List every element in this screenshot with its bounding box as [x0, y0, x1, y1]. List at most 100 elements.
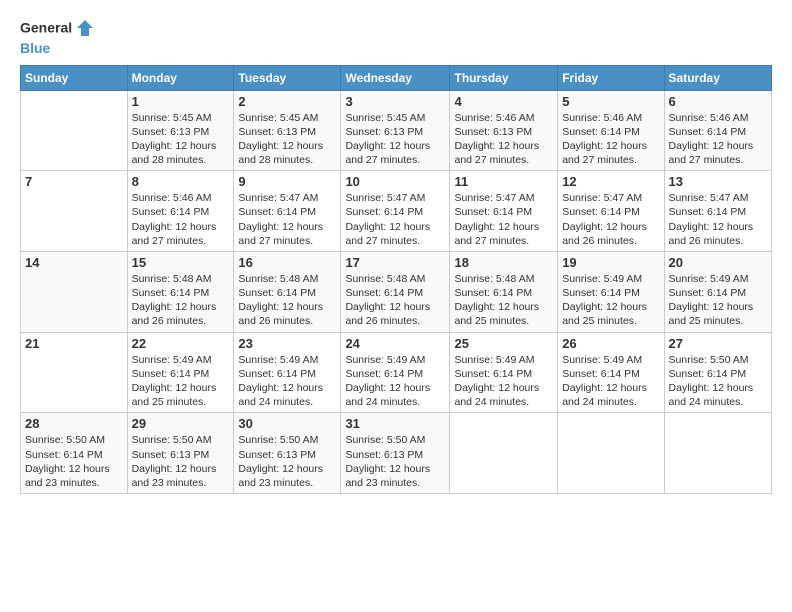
day-info: Sunrise: 5:46 AMSunset: 6:13 PMDaylight:… — [454, 111, 553, 168]
weekday-header-friday: Friday — [558, 65, 664, 90]
calendar-cell — [21, 90, 128, 171]
calendar-cell: 27 Sunrise: 5:50 AMSunset: 6:14 PMDayligh… — [664, 332, 771, 413]
day-number: 27 — [669, 336, 767, 351]
calendar-cell: 29Sunrise: 5:50 AMSunset: 6:13 PMDayligh… — [127, 413, 234, 494]
day-number: 26 — [562, 336, 659, 351]
weekday-header-tuesday: Tuesday — [234, 65, 341, 90]
calendar-week-4: 28 Sunrise: 5:50 AMSunset: 6:14 PMDayligh… — [21, 413, 772, 494]
day-number: 6 — [669, 94, 767, 109]
day-info: Sunrise: 5:47 AMSunset: 6:14 PMDaylight:… — [345, 191, 445, 248]
calendar-cell: 13 Sunrise: 5:47 AMSunset: 6:14 PMDayligh… — [664, 171, 771, 252]
day-number: 14 — [25, 255, 123, 270]
day-number: 22 — [132, 336, 230, 351]
calendar-cell: 25 Sunrise: 5:49 AMSunset: 6:14 PMDayligh… — [450, 332, 558, 413]
day-number: 1 — [132, 94, 230, 109]
day-number: 7 — [25, 174, 123, 189]
day-number: 25 — [454, 336, 553, 351]
logo: General Blue — [20, 18, 93, 57]
day-number: 4 — [454, 94, 553, 109]
calendar-cell: 19 Sunrise: 5:49 AMSunset: 6:14 PMDayligh… — [558, 251, 664, 332]
page: General Blue SundayMondayTuesdayWednesda… — [0, 0, 792, 612]
weekday-header-monday: Monday — [127, 65, 234, 90]
day-info: Sunrise: 5:47 AMSunset: 6:14 PMDaylight:… — [669, 191, 767, 248]
day-number: 12 — [562, 174, 659, 189]
calendar-cell: 30 Sunrise: 5:50 AMSunset: 6:13 PMDayligh… — [234, 413, 341, 494]
calendar-cell — [664, 413, 771, 494]
calendar-week-3: 21 22 Sunrise: 5:49 AMSunset: 6:14 PMDayli… — [21, 332, 772, 413]
day-info: Sunrise: 5:49 AMSunset: 6:14 PMDaylight:… — [454, 353, 553, 410]
day-info: Sunrise: 5:48 AMSunset: 6:14 PMDaylight:… — [132, 272, 230, 329]
calendar-cell: 14 — [21, 251, 128, 332]
day-info: Sunrise: 5:47 AMSunset: 6:14 PMDaylight:… — [454, 191, 553, 248]
day-info: Sunrise: 5:49 AMSunset: 6:14 PMDaylight:… — [345, 353, 445, 410]
day-info: Sunrise: 5:50 AMSunset: 6:14 PMDaylight:… — [669, 353, 767, 410]
day-info: Sunrise: 5:50 AMSunset: 6:14 PMDaylight:… — [25, 433, 123, 490]
calendar-table: SundayMondayTuesdayWednesdayThursdayFrid… — [20, 65, 772, 494]
calendar-cell: 21 — [21, 332, 128, 413]
calendar-cell: 10 Sunrise: 5:47 AMSunset: 6:14 PMDayligh… — [341, 171, 450, 252]
calendar-cell: 26 Sunrise: 5:49 AMSunset: 6:14 PMDayligh… — [558, 332, 664, 413]
logo-text: General Blue — [20, 18, 93, 57]
calendar-cell — [450, 413, 558, 494]
day-info: Sunrise: 5:47 AMSunset: 6:14 PMDaylight:… — [238, 191, 336, 248]
calendar-cell: 7 — [21, 171, 128, 252]
day-info: Sunrise: 5:50 AMSunset: 6:13 PMDaylight:… — [345, 433, 445, 490]
weekday-header-sunday: Sunday — [21, 65, 128, 90]
calendar-header-row: SundayMondayTuesdayWednesdayThursdayFrid… — [21, 65, 772, 90]
calendar-cell: 1 Sunrise: 5:45 AMSunset: 6:13 PMDaylight… — [127, 90, 234, 171]
day-number: 23 — [238, 336, 336, 351]
day-number: 2 — [238, 94, 336, 109]
calendar-cell: 6 Sunrise: 5:46 AMSunset: 6:14 PMDaylight… — [664, 90, 771, 171]
calendar-cell: 31 Sunrise: 5:50 AMSunset: 6:13 PMDayligh… — [341, 413, 450, 494]
calendar-cell — [558, 413, 664, 494]
day-info: Sunrise: 5:49 AMSunset: 6:14 PMDaylight:… — [132, 353, 230, 410]
calendar-cell: 15 Sunrise: 5:48 AMSunset: 6:14 PMDayligh… — [127, 251, 234, 332]
day-info: Sunrise: 5:47 AMSunset: 6:14 PMDaylight:… — [562, 191, 659, 248]
calendar-cell: 22 Sunrise: 5:49 AMSunset: 6:14 PMDayligh… — [127, 332, 234, 413]
day-info: Sunrise: 5:50 AMSunset: 6:13 PMDaylight:… — [238, 433, 336, 490]
day-number: 9 — [238, 174, 336, 189]
day-number: 19 — [562, 255, 659, 270]
day-number: 28 — [25, 416, 123, 431]
calendar-cell: 23Sunrise: 5:49 AMSunset: 6:14 PMDayligh… — [234, 332, 341, 413]
day-info: Sunrise: 5:48 AMSunset: 6:14 PMDaylight:… — [454, 272, 553, 329]
day-info: Sunrise: 5:46 AMSunset: 6:14 PMDaylight:… — [132, 191, 230, 248]
day-info: Sunrise: 5:45 AMSunset: 6:13 PMDaylight:… — [345, 111, 445, 168]
calendar-cell: 16 Sunrise: 5:48 AMSunset: 6:14 PMDayligh… — [234, 251, 341, 332]
calendar-body: 1 Sunrise: 5:45 AMSunset: 6:13 PMDaylight… — [21, 90, 772, 493]
logo-arrow-icon — [75, 18, 93, 36]
day-number: 15 — [132, 255, 230, 270]
day-info: Sunrise: 5:46 AMSunset: 6:14 PMDaylight:… — [669, 111, 767, 168]
calendar-cell: 5Sunrise: 5:46 AMSunset: 6:14 PMDaylight… — [558, 90, 664, 171]
day-info: Sunrise: 5:45 AMSunset: 6:13 PMDaylight:… — [238, 111, 336, 168]
calendar-cell: 9 Sunrise: 5:47 AMSunset: 6:14 PMDaylight… — [234, 171, 341, 252]
calendar-week-1: 78Sunrise: 5:46 AMSunset: 6:14 PMDayligh… — [21, 171, 772, 252]
day-info: Sunrise: 5:48 AMSunset: 6:14 PMDaylight:… — [238, 272, 336, 329]
day-number: 10 — [345, 174, 445, 189]
calendar-cell: 28 Sunrise: 5:50 AMSunset: 6:14 PMDayligh… — [21, 413, 128, 494]
calendar-week-0: 1 Sunrise: 5:45 AMSunset: 6:13 PMDaylight… — [21, 90, 772, 171]
day-number: 31 — [345, 416, 445, 431]
weekday-header-thursday: Thursday — [450, 65, 558, 90]
day-number: 3 — [345, 94, 445, 109]
day-info: Sunrise: 5:49 AMSunset: 6:14 PMDaylight:… — [669, 272, 767, 329]
weekday-header-saturday: Saturday — [664, 65, 771, 90]
day-number: 20 — [669, 255, 767, 270]
day-number: 21 — [25, 336, 123, 351]
day-info: Sunrise: 5:49 AMSunset: 6:14 PMDaylight:… — [562, 272, 659, 329]
calendar-cell: 18Sunrise: 5:48 AMSunset: 6:14 PMDayligh… — [450, 251, 558, 332]
day-number: 13 — [669, 174, 767, 189]
day-number: 17 — [345, 255, 445, 270]
day-info: Sunrise: 5:49 AMSunset: 6:14 PMDaylight:… — [562, 353, 659, 410]
day-number: 30 — [238, 416, 336, 431]
calendar-cell: 17Sunrise: 5:48 AMSunset: 6:14 PMDayligh… — [341, 251, 450, 332]
weekday-header-wednesday: Wednesday — [341, 65, 450, 90]
day-number: 16 — [238, 255, 336, 270]
calendar-week-2: 14 15 Sunrise: 5:48 AMSunset: 6:14 PMDayli… — [21, 251, 772, 332]
day-number: 5 — [562, 94, 659, 109]
day-info: Sunrise: 5:45 AMSunset: 6:13 PMDaylight:… — [132, 111, 230, 168]
calendar-cell: 12 Sunrise: 5:47 AMSunset: 6:14 PMDayligh… — [558, 171, 664, 252]
calendar-cell: 24Sunrise: 5:49 AMSunset: 6:14 PMDayligh… — [341, 332, 450, 413]
calendar-cell: 11Sunrise: 5:47 AMSunset: 6:14 PMDayligh… — [450, 171, 558, 252]
calendar-cell: 4 Sunrise: 5:46 AMSunset: 6:13 PMDaylight… — [450, 90, 558, 171]
